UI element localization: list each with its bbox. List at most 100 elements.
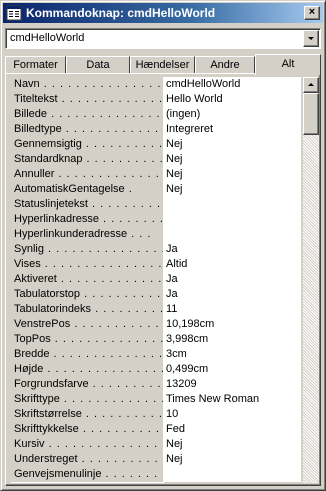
property-name-cell[interactable]: Hyperlinkadresse . . . . . . . . [11,212,163,228]
property-value-field[interactable]: 3cm [164,347,301,363]
property-value-field[interactable]: 0,499cm [164,362,301,378]
property-name-cell[interactable]: Billede . . . . . . . . . . . . . . . . … [11,107,163,123]
property-value-field[interactable]: Altid [164,257,301,273]
property-row: Genvejsmenulinje . . . . . . . . . [11,467,301,483]
property-value-field[interactable]: Nej [164,182,301,198]
tab-data[interactable]: Data [66,56,130,74]
property-row: Bredde . . . . . . . . . . . . . . . . .… [11,347,301,363]
property-name-cell[interactable]: Aktiveret . . . . . . . . . . . . . . . … [11,272,163,288]
property-value-field[interactable] [164,197,301,213]
property-name-cell[interactable]: Kursiv . . . . . . . . . . . . . . . . .… [11,437,163,453]
property-row: Tabulatorindeks . . . . . . . . . . .11 [11,302,301,318]
property-value-field[interactable] [164,212,301,228]
property-name: VenstrePos [14,318,71,330]
property-name-cell[interactable]: Statuslinjetekst . . . . . . . . . . . [11,197,163,213]
property-name-cell[interactable]: Højde . . . . . . . . . . . . . . . . . … [11,362,163,378]
property-name-cell[interactable]: Billedtype . . . . . . . . . . . . . . .… [11,122,163,138]
property-name: Skriftstørrelse [14,408,82,420]
property-name-cell[interactable]: Annuller . . . . . . . . . . . . . . . .… [11,167,163,183]
dot-leader: . [124,183,133,195]
property-value-field[interactable]: (ingen) [164,107,301,123]
property-value-field[interactable]: cmdHelloWorld [164,77,301,93]
tab-strip: Formater Data Hændelser Andre Alt [5,54,321,75]
property-value-field[interactable] [164,467,301,483]
property-row: Skriftstørrelse . . . . . . . . . . . .1… [11,407,301,423]
object-selector-dropdown[interactable]: cmdHelloWorld [5,28,321,49]
dot-leader: . . . . . . . . . . . . [85,408,163,420]
property-row: Statuslinjetekst . . . . . . . . . . . [11,197,301,213]
property-name: Tabulatorindeks [14,303,92,315]
property-name-cell[interactable]: VenstrePos . . . . . . . . . . . . . . [11,317,163,333]
property-value-field[interactable]: Integreret [164,122,301,138]
dot-leader: . . . . . . . . . . . . . . . . . . [51,108,163,120]
dot-leader: . . . . . . . . . . . . . . . . [61,93,163,105]
property-name: Skrifttykkelse [14,423,79,435]
property-row: Aktiveret . . . . . . . . . . . . . . . … [11,272,301,288]
dropdown-button[interactable] [303,30,319,47]
dot-leader: . . . . . . . . . . . . . . . . . . . . … [44,258,163,270]
property-value-field[interactable]: Hello World [164,92,301,108]
property-name-cell[interactable]: Tabulatorindeks . . . . . . . . . . . [11,302,163,318]
property-row: Højde . . . . . . . . . . . . . . . . . … [11,362,301,378]
dot-leader: . . . . . . . . . . . . . [84,288,163,300]
property-name: Annuller [14,168,55,180]
property-name-cell[interactable]: Standardknap . . . . . . . . . . . . . . [11,152,163,168]
tab-formater[interactable]: Formater [5,56,66,74]
property-name: Tabulatorstop [14,288,81,300]
property-value-field[interactable]: 11 [164,302,301,318]
dot-leader: . . . . . . . . . [105,468,163,480]
property-value-field[interactable]: Nej [164,152,301,168]
tab-alt[interactable]: Alt [255,54,321,75]
tab-andre[interactable]: Andre [195,56,255,74]
title-bar[interactable]: Kommandoknap: cmdHelloWorld × [3,3,323,23]
dot-leader: . . . . . . . . . . . . [92,378,163,390]
property-name-cell[interactable]: TopPos . . . . . . . . . . . . . . . . .… [11,332,163,348]
property-name-cell[interactable]: Navn . . . . . . . . . . . . . . . . . . [11,77,163,93]
property-name-cell[interactable]: Titeltekst . . . . . . . . . . . . . . .… [11,92,163,108]
property-name-cell[interactable]: Hyperlinkunderadresse . . . [11,227,163,243]
property-value-field[interactable]: Nej [164,452,301,468]
property-value-field[interactable]: Ja [164,242,301,258]
property-value-field[interactable]: 3,998cm [164,332,301,348]
scroll-up-button[interactable] [303,77,319,93]
property-name-cell[interactable]: Skriftstørrelse . . . . . . . . . . . . [11,407,163,423]
property-name-cell[interactable]: Synlig . . . . . . . . . . . . . . . . .… [11,242,163,258]
property-value-field[interactable]: Fed [164,422,301,438]
property-name: Titeltekst [14,93,58,105]
property-value-field[interactable]: Ja [164,272,301,288]
property-name-cell[interactable]: Vises . . . . . . . . . . . . . . . . . … [11,257,163,273]
scrollbar-thumb[interactable] [303,93,319,135]
property-value-field[interactable]: Times New Roman [164,392,301,408]
property-value-field[interactable] [164,227,301,243]
property-value-field[interactable]: 13209 [164,377,301,393]
property-name: Højde [14,363,44,375]
property-value-field[interactable]: Nej [164,167,301,183]
property-value-field[interactable]: Nej [164,137,301,153]
property-name: AutomatiskGentagelse [14,183,125,195]
vertical-scrollbar[interactable] [303,77,319,483]
property-name-cell[interactable]: Tabulatorstop . . . . . . . . . . . . . [11,287,163,303]
close-button[interactable]: × [304,6,320,20]
property-name-cell[interactable]: Bredde . . . . . . . . . . . . . . . . .… [11,347,163,363]
dot-leader: . . . . . . . . . . . . . . . . . . [43,78,163,90]
dot-leader: . . . . . . . . . . . . . . . . . [58,168,163,180]
dot-leader: . . . . . . . . . . . . . . . . [65,123,163,135]
property-name-cell[interactable]: Understreget . . . . . . . . . . . . [11,452,163,468]
property-name-cell[interactable]: AutomatiskGentagelse . [11,182,163,198]
property-name-cell[interactable]: Skrifttykkelse . . . . . . . . . . . . [11,422,163,438]
property-grid: Navn . . . . . . . . . . . . . . . . . .… [11,77,301,483]
property-name-cell[interactable]: Gennemsigtig . . . . . . . . . . . . . . [11,137,163,153]
dot-leader: . . . . . . . . . . . [95,303,163,315]
property-value-field[interactable]: 10 [164,407,301,423]
property-name-cell[interactable]: Genvejsmenulinje . . . . . . . . . [11,467,163,483]
tab-haendelser[interactable]: Hændelser [130,56,195,74]
property-name: Hyperlinkunderadresse [14,228,128,240]
property-name-cell[interactable]: Skrifttype . . . . . . . . . . . . . . . [11,392,163,408]
property-row: TopPos . . . . . . . . . . . . . . . . .… [11,332,301,348]
property-name-cell[interactable]: Forgrundsfarve . . . . . . . . . . . . [11,377,163,393]
property-row: Annuller . . . . . . . . . . . . . . . .… [11,167,301,183]
property-value-field[interactable]: 10,198cm [164,317,301,333]
property-row: Forgrundsfarve . . . . . . . . . . . .13… [11,377,301,393]
property-value-field[interactable]: Nej [164,437,301,453]
property-value-field[interactable]: Ja [164,287,301,303]
